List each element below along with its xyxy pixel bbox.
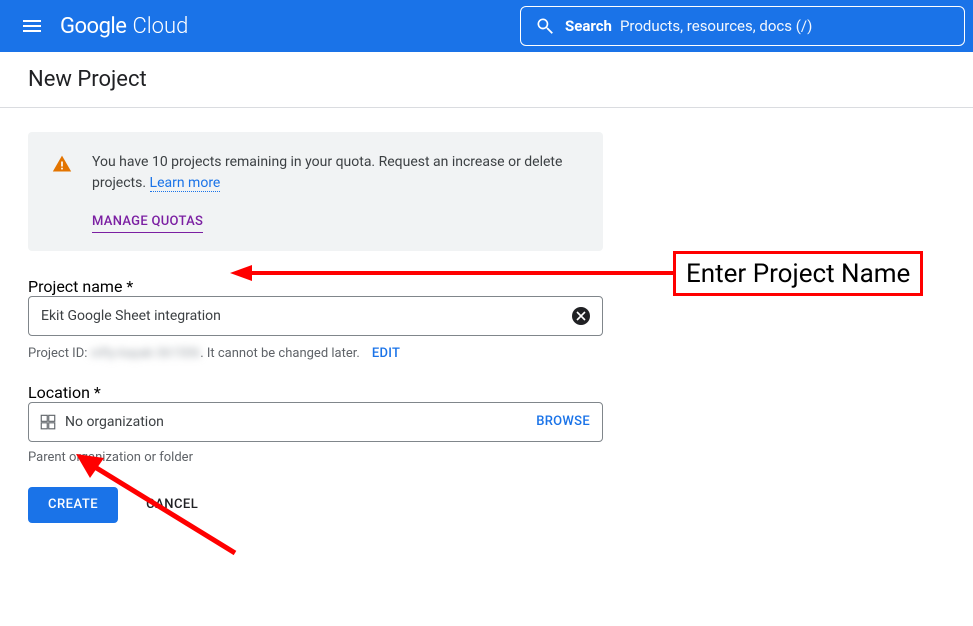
cancel-button[interactable]: CANCEL: [146, 497, 198, 512]
project-id-label: Project ID: nifty-kayak-361506. It canno…: [28, 346, 360, 361]
notice-body: You have 10 projects remaining in your q…: [92, 152, 579, 233]
clear-input-button[interactable]: [572, 307, 590, 325]
learn-more-link[interactable]: Learn more: [150, 175, 221, 192]
organization-icon: [39, 413, 57, 431]
project-id-row: Project ID: nifty-kayak-361506. It canno…: [28, 346, 603, 361]
button-row: CREATE CANCEL: [28, 487, 603, 523]
browse-button[interactable]: BROWSE: [536, 414, 590, 429]
annotation-callout: Enter Project Name: [673, 251, 923, 296]
annotation-text: Enter Project Name: [686, 259, 910, 289]
location-legend: Location *: [28, 383, 101, 402]
project-id-value: nifty-kayak-361506: [91, 346, 201, 361]
project-name-input[interactable]: [41, 308, 572, 324]
location-field: Location * BROWSE: [28, 383, 603, 442]
project-id-prefix: Project ID:: [28, 346, 91, 361]
edit-project-id-button[interactable]: EDIT: [372, 346, 400, 361]
project-id-suffix: . It cannot be changed later.: [200, 346, 360, 361]
nav-menu-button[interactable]: [8, 2, 56, 50]
search-box[interactable]: Search Products, resources, docs (/): [520, 6, 965, 46]
location-helper: Parent organization or folder: [28, 450, 603, 465]
brand-logo[interactable]: Google Cloud: [60, 14, 188, 39]
hamburger-icon: [20, 14, 44, 38]
close-icon: [576, 311, 586, 321]
search-icon: [535, 16, 555, 36]
console-header: Google Cloud Search Products, resources,…: [0, 0, 973, 52]
project-name-field: Project name *: [28, 277, 603, 336]
warning-icon: [52, 154, 72, 174]
location-inputbox[interactable]: BROWSE: [28, 402, 603, 442]
create-button[interactable]: CREATE: [28, 487, 118, 523]
manage-quotas-link[interactable]: MANAGE QUOTAS: [92, 212, 203, 233]
page-title-row: New Project: [0, 52, 973, 108]
page-title: New Project: [28, 67, 147, 92]
search-placeholder: Products, resources, docs (/): [620, 17, 812, 35]
content: You have 10 projects remaining in your q…: [0, 108, 973, 547]
project-name-inputbox[interactable]: [28, 296, 603, 336]
location-input[interactable]: [65, 414, 536, 430]
brand-primary: Google: [60, 14, 126, 39]
project-name-legend: Project name *: [28, 277, 133, 296]
brand-secondary: Cloud: [132, 14, 188, 39]
quota-notice: You have 10 projects remaining in your q…: [28, 132, 603, 251]
search-label: Search: [565, 17, 612, 35]
